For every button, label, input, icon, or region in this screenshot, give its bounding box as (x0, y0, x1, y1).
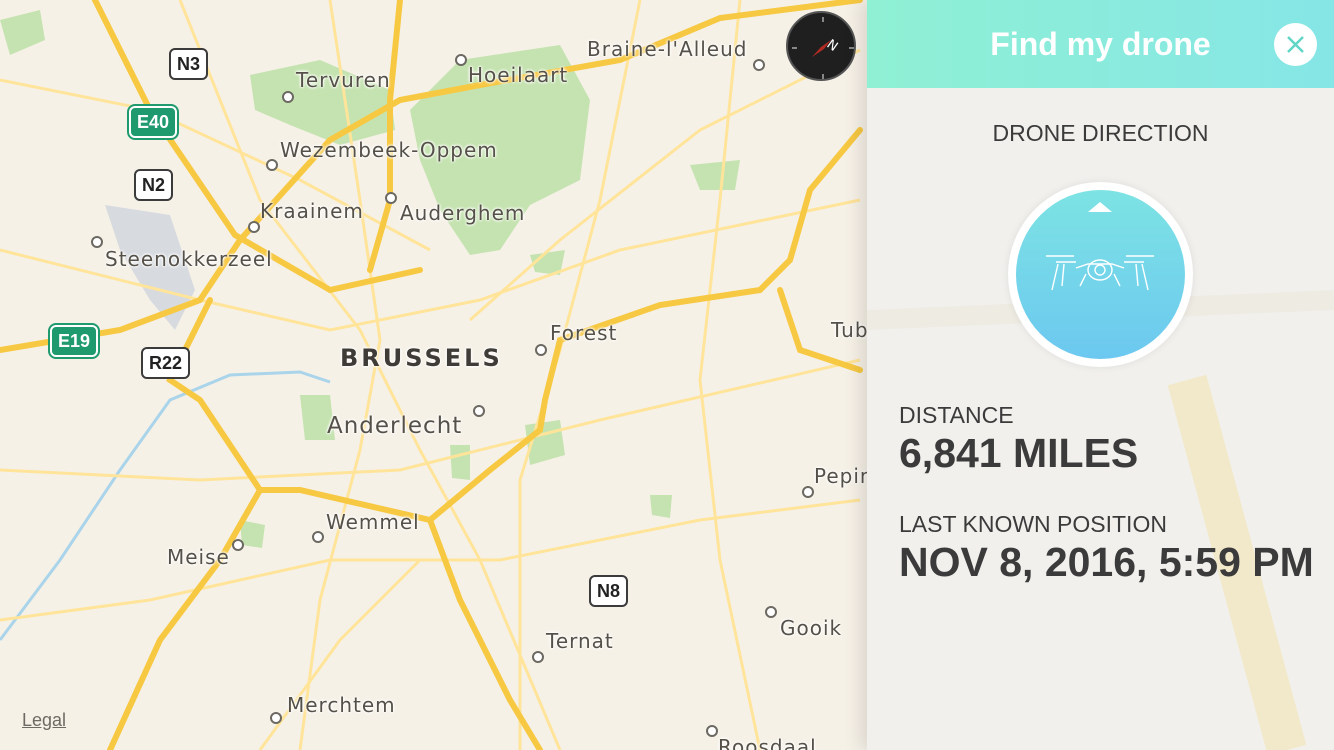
road-shield-r22: R22 (141, 347, 191, 379)
place-pepin: Pepin (814, 464, 874, 488)
drone-direction-indicator (1008, 182, 1193, 367)
place-meise: Meise (167, 545, 230, 569)
drone-direction-label: DRONE DIRECTION (992, 120, 1209, 146)
place-dot (455, 54, 467, 66)
place-dot (270, 712, 282, 724)
place-dot (248, 221, 260, 233)
road-shield-n3: N3 (169, 48, 209, 80)
legal-link[interactable]: Legal (22, 710, 66, 731)
place-dot (532, 651, 544, 663)
place-dot (91, 236, 103, 248)
place-brussels: BRUSSELS (340, 344, 503, 372)
place-dot (232, 539, 244, 551)
compass-icon[interactable]: N (786, 11, 856, 81)
place-gooik: Gooik (780, 616, 843, 640)
place-tervuren: Tervuren (296, 68, 391, 92)
place-dot (473, 405, 485, 417)
place-braine: Braine-l'Alleud (587, 37, 748, 61)
place-dot (802, 486, 814, 498)
distance-value: 6,841 MILES (899, 430, 1139, 476)
last-position-value: NOV 8, 2016, 5:59 PM (899, 539, 1314, 585)
place-wemmel: Wemmel (326, 510, 420, 534)
last-position-label: LAST KNOWN POSITION (899, 511, 1167, 537)
drone-icon (1046, 202, 1154, 291)
close-button[interactable] (1274, 23, 1317, 66)
find-drone-panel: Find my drone DRONE DIRECTION DISTANCE 6… (867, 0, 1334, 750)
place-dot (282, 91, 294, 103)
drone-direction-dial (1016, 190, 1185, 359)
place-dot (385, 192, 397, 204)
place-dot (535, 344, 547, 356)
place-anderlecht: Anderlecht (327, 413, 463, 439)
place-dot (765, 606, 777, 618)
place-auderghem: Auderghem (400, 201, 526, 225)
close-icon (1287, 36, 1304, 53)
place-dot (753, 59, 765, 71)
panel-blur-background (867, 0, 1334, 750)
svg-text:N: N (824, 37, 841, 55)
place-forest: Forest (550, 321, 618, 345)
road-shield-e40: E40 (126, 104, 180, 140)
place-roosdaal: Roosdaal (718, 735, 817, 750)
place-ternat: Ternat (546, 629, 614, 653)
place-steenokkerzeel: Steenokkerzeel (105, 247, 273, 271)
place-dot (312, 531, 324, 543)
road-shield-n8: N8 (589, 575, 629, 607)
place-dot (266, 159, 278, 171)
road-shield-n2: N2 (134, 169, 174, 201)
panel-title: Find my drone (990, 26, 1211, 62)
place-dot (706, 725, 718, 737)
road-shield-e19: E19 (47, 323, 101, 359)
place-merchtem: Merchtem (287, 693, 396, 717)
place-kraainem: Kraainem (260, 199, 364, 223)
place-tub: Tub (831, 318, 869, 342)
distance-label: DISTANCE (899, 402, 1014, 428)
place-hoeilaart: Hoeilaart (468, 63, 569, 87)
place-wezembeek: Wezembeek-Oppem (280, 138, 498, 162)
